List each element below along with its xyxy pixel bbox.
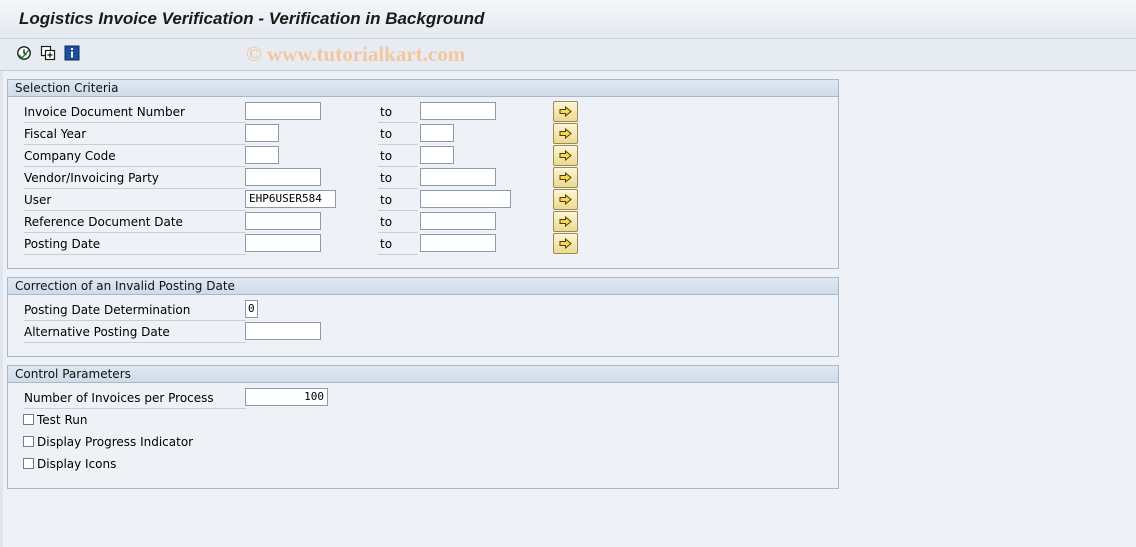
reference-document-date-from-input[interactable] (245, 212, 321, 230)
arrow-right-icon (559, 128, 572, 139)
control-parameters-header: Control Parameters (8, 366, 838, 383)
company-code-to-input[interactable] (420, 146, 454, 164)
selection-criteria-group: Selection Criteria Invoice Document Numb… (7, 79, 839, 269)
company-code-from-input[interactable] (245, 146, 279, 164)
multiple-selection-button[interactable] (553, 189, 578, 210)
program-documentation-button[interactable] (64, 45, 80, 61)
arrow-right-icon (559, 216, 572, 227)
to-label: to (378, 192, 418, 211)
correction-posting-date-group: Correction of an Invalid Posting Date Po… (7, 277, 839, 357)
multiple-selection-button[interactable] (553, 101, 578, 122)
to-label: to (378, 214, 418, 233)
display-progress-checkbox[interactable] (23, 436, 34, 447)
test-run-row: Test Run (8, 409, 838, 431)
vendor-invoicing-party-from-input[interactable] (245, 168, 321, 186)
alternative-posting-date-label: Alternative Posting Date (24, 324, 246, 343)
reference-document-date-to-input[interactable] (420, 212, 496, 230)
arrow-right-icon (559, 172, 572, 183)
arrow-right-icon (559, 106, 572, 117)
posting-date-from-input[interactable] (245, 234, 321, 252)
reference-document-date-label: Reference Document Date (24, 214, 246, 233)
save-variant-icon (40, 45, 56, 61)
to-label: to (378, 170, 418, 189)
multiple-selection-button[interactable] (553, 233, 578, 254)
posting-date-to-input[interactable] (420, 234, 496, 252)
test-run-label: Test Run (37, 413, 88, 427)
multiple-selection-button[interactable] (553, 123, 578, 144)
posting-date-row: Posting Date to (8, 233, 838, 255)
display-icons-label: Display Icons (37, 457, 117, 471)
info-icon (64, 45, 80, 61)
to-label: to (378, 148, 418, 167)
arrow-right-icon (559, 238, 572, 249)
user-label: User (24, 192, 246, 211)
invoice-document-number-from-input[interactable] (245, 102, 321, 120)
company-code-label: Company Code (24, 148, 246, 167)
alternative-posting-date-row: Alternative Posting Date (8, 321, 838, 343)
screen-content: Selection Criteria Invoice Document Numb… (3, 71, 1136, 547)
posting-date-determination-label: Posting Date Determination (24, 302, 246, 321)
selection-criteria-header: Selection Criteria (8, 80, 838, 97)
test-run-checkbox[interactable] (23, 414, 34, 425)
posting-date-determination-input[interactable]: 0 (245, 300, 258, 318)
page-title: Logistics Invoice Verification - Verific… (19, 9, 485, 28)
posting-date-determination-row: Posting Date Determination 0 (8, 299, 838, 321)
user-from-input[interactable]: EHP6USER584 (245, 190, 336, 208)
reference-document-date-row: Reference Document Date to (8, 211, 838, 233)
save-as-variant-button[interactable] (40, 45, 56, 61)
invoice-document-number-to-input[interactable] (420, 102, 496, 120)
control-parameters-group: Control Parameters Number of Invoices pe… (7, 365, 839, 489)
to-label: to (378, 236, 418, 255)
display-icons-checkbox[interactable] (23, 458, 34, 469)
application-toolbar: © www.tutorialkart.com (0, 39, 1136, 71)
arrow-right-icon (559, 150, 572, 161)
invoices-per-process-label: Number of Invoices per Process (24, 390, 246, 409)
company-code-row: Company Code to (8, 145, 838, 167)
multiple-selection-button[interactable] (553, 167, 578, 188)
multiple-selection-button[interactable] (553, 211, 578, 232)
vendor-invoicing-party-row: Vendor/Invoicing Party to (8, 167, 838, 189)
vendor-invoicing-party-to-input[interactable] (420, 168, 496, 186)
user-row: User EHP6USER584 to (8, 189, 838, 211)
display-progress-label: Display Progress Indicator (37, 435, 194, 449)
execute-button[interactable] (16, 45, 32, 61)
to-label: to (378, 126, 418, 145)
fiscal-year-to-input[interactable] (420, 124, 454, 142)
user-to-input[interactable] (420, 190, 511, 208)
display-icons-row: Display Icons (8, 453, 838, 475)
display-progress-row: Display Progress Indicator (8, 431, 838, 453)
invoice-document-number-label: Invoice Document Number (24, 104, 246, 123)
watermark: © www.tutorialkart.com (246, 42, 466, 66)
posting-date-label: Posting Date (24, 236, 246, 255)
arrow-right-icon (559, 194, 572, 205)
fiscal-year-row: Fiscal Year to (8, 123, 838, 145)
vendor-invoicing-party-label: Vendor/Invoicing Party (24, 170, 246, 189)
fiscal-year-from-input[interactable] (245, 124, 279, 142)
fiscal-year-label: Fiscal Year (24, 126, 246, 145)
invoice-document-number-row: Invoice Document Number to (8, 101, 838, 123)
title-bar: Logistics Invoice Verification - Verific… (0, 0, 1136, 39)
execute-clock-icon (17, 46, 31, 60)
invoices-per-process-row: Number of Invoices per Process 100 (8, 387, 838, 409)
multiple-selection-button[interactable] (553, 145, 578, 166)
correction-posting-date-header: Correction of an Invalid Posting Date (8, 278, 838, 295)
alternative-posting-date-input[interactable] (245, 322, 321, 340)
invoices-per-process-input[interactable]: 100 (245, 388, 328, 406)
to-label: to (378, 104, 418, 123)
